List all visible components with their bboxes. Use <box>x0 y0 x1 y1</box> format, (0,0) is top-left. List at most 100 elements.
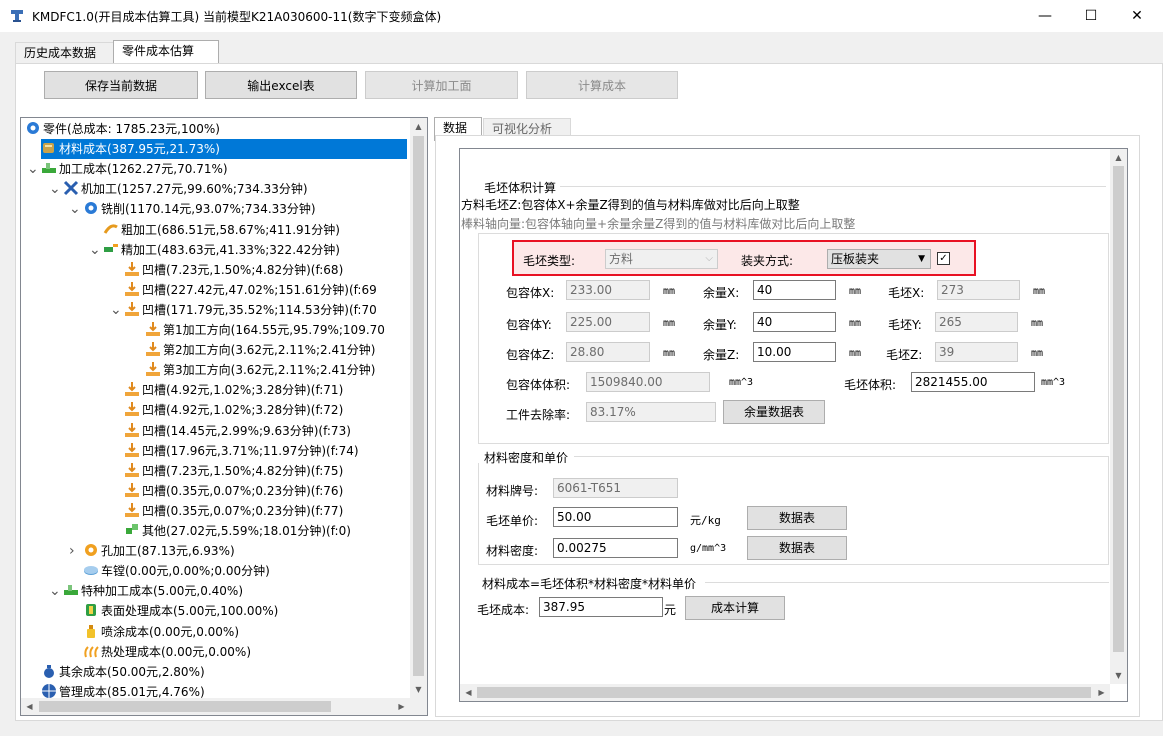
save-data-button[interactable]: 保存当前数据 <box>44 71 198 99</box>
material-density-field[interactable]: 0.00275 <box>553 538 678 558</box>
tree-item[interactable]: 凹槽(0.35元,0.07%;0.23分钟)(f:77) <box>124 501 343 521</box>
panel-vscroll-thumb[interactable] <box>1113 166 1124 652</box>
tree-item[interactable]: 粗加工(686.51元,58.67%;411.91分钟) <box>103 220 340 240</box>
tree-item[interactable]: 凹槽(7.23元,1.50%;4.82分钟)(f:68) <box>124 260 343 280</box>
allowance-table-button[interactable]: 余量数据表 <box>723 400 825 424</box>
price-table-button[interactable]: 数据表 <box>747 506 847 530</box>
scroll-left-icon[interactable]: ◀ <box>21 698 38 715</box>
allowance-y-field[interactable]: 40 <box>753 312 836 332</box>
collapse-toggle-icon[interactable]: ⌄ <box>69 199 81 219</box>
tree-item[interactable]: 凹槽(17.96元,3.71%;11.97分钟)(f:74) <box>124 441 359 461</box>
scroll-down-icon[interactable]: ▼ <box>1110 667 1127 684</box>
tree-item[interactable]: 材料成本(387.95元,21.73%) <box>41 139 407 160</box>
collapse-toggle-icon[interactable]: ⌄ <box>49 581 61 601</box>
export-excel-button[interactable]: 输出excel表 <box>205 71 357 99</box>
tree-hscroll-thumb[interactable] <box>39 701 331 712</box>
tree-item[interactable]: 零件(总成本: 1785.23元,100%) <box>25 119 220 139</box>
groove-icon <box>124 422 140 438</box>
allowance-z-field[interactable]: 10.00 <box>753 342 836 362</box>
envelope-z-unit: mm <box>663 348 676 359</box>
tree-item[interactable]: 车镗(0.00元,0.00%;0.00分钟) <box>83 561 270 581</box>
tree-item[interactable]: 其他(27.02元,5.59%;18.01分钟)(f:0) <box>124 521 351 541</box>
tree-item-label: 热处理成本(0.00元,0.00%) <box>101 644 252 659</box>
panel-hscroll-thumb[interactable] <box>477 687 1091 698</box>
close-button[interactable]: ✕ <box>1114 0 1160 32</box>
tab-history-cost[interactable]: 历史成本数据 <box>15 42 121 63</box>
tree-item[interactable]: 铣削(1170.14元,93.07%;734.33分钟) <box>83 199 316 219</box>
blank-cost-field[interactable]: 387.95 <box>539 597 663 617</box>
groove-icon <box>124 301 140 317</box>
tree-item[interactable]: 凹槽(171.79元,35.52%;114.53分钟)(f:70 <box>124 300 377 320</box>
groove-icon <box>124 261 140 277</box>
tree-item[interactable]: 凹槽(0.35元,0.07%;0.23分钟)(f:76) <box>124 481 343 501</box>
collapse-toggle-icon[interactable]: ⌄ <box>89 240 101 260</box>
tab-part-cost[interactable]: 零件成本估算 <box>113 40 219 64</box>
tree-item[interactable]: 第2加工方向(3.62元,2.11%;2.41分钟) <box>145 340 375 360</box>
cost-calc-button[interactable]: 成本计算 <box>685 596 785 620</box>
clamp-method-select[interactable]: 压板装夹 ▼ <box>827 249 931 269</box>
collapse-toggle-icon[interactable]: ⌄ <box>49 179 61 199</box>
panel-horizontal-scrollbar[interactable]: ◀ ▶ <box>460 684 1110 701</box>
expand-toggle-icon[interactable]: › <box>69 541 79 561</box>
blank-price-label: 毛坯单价: <box>486 514 539 528</box>
allowance-y-unit: mm <box>849 318 862 329</box>
blank-volume-field[interactable]: 2821455.00 <box>911 372 1035 392</box>
tree-item[interactable]: 第3加工方向(3.62元,2.11%;2.41分钟) <box>145 360 375 380</box>
clamp-checkbox[interactable]: ✓ <box>937 252 950 265</box>
calc-face-button[interactable]: 计算加工面 <box>365 71 518 99</box>
blank-y-field[interactable]: 265 <box>935 312 1018 332</box>
blank-type-select[interactable]: 方料 ⌵ <box>605 249 718 269</box>
tree-item-label: 凹槽(4.92元,1.02%;3.28分钟)(f:71) <box>142 383 344 398</box>
maximize-button[interactable]: ☐ <box>1068 0 1114 32</box>
tree-item[interactable]: 喷涂成本(0.00元,0.00%) <box>83 622 239 642</box>
tree-item[interactable]: 第1加工方向(164.55元,95.79%;109.70 <box>145 320 385 340</box>
tree-item[interactable]: 凹槽(4.92元,1.02%;3.28分钟)(f:72) <box>124 400 343 420</box>
tree-item[interactable]: 凹槽(4.92元,1.02%;3.28分钟)(f:71) <box>124 380 343 400</box>
collapse-toggle-icon[interactable]: ⌄ <box>27 159 39 179</box>
allowance-x-field[interactable]: 40 <box>753 280 836 300</box>
tree-vscroll-thumb[interactable] <box>413 136 424 676</box>
scroll-right-icon[interactable]: ▶ <box>1093 684 1110 701</box>
blank-x-field[interactable]: 273 <box>937 280 1020 300</box>
blank-price-field[interactable]: 50.00 <box>553 507 678 527</box>
cost-tree[interactable]: 零件(总成本: 1785.23元,100%) 材料成本(387.95元,21.73… <box>20 117 428 716</box>
scroll-corner <box>410 698 427 715</box>
collapse-toggle-icon[interactable]: ⌄ <box>110 300 122 320</box>
envelope-z-field[interactable]: 28.80 <box>566 342 650 362</box>
density-table-button[interactable]: 数据表 <box>747 536 847 560</box>
tree-item[interactable]: 热处理成本(0.00元,0.00%) <box>83 642 251 662</box>
scroll-up-icon[interactable]: ▲ <box>1110 149 1127 166</box>
removal-rate-field[interactable]: 83.17% <box>586 402 716 422</box>
tree-item[interactable]: 其余成本(50.00元,2.80%) <box>41 662 205 682</box>
tree-item[interactable]: 表面处理成本(5.00元,100.00%) <box>83 601 278 621</box>
tree-item[interactable]: 凹槽(7.23元,1.50%;4.82分钟)(f:75) <box>124 461 343 481</box>
minimize-button[interactable]: — <box>1022 0 1068 32</box>
tree-item[interactable]: 精加工(483.63元,41.33%;322.42分钟) <box>103 240 340 260</box>
envelope-y-field[interactable]: 225.00 <box>566 312 650 332</box>
panel-vertical-scrollbar[interactable]: ▲ ▼ <box>1110 149 1127 684</box>
envelope-x-field[interactable]: 233.00 <box>566 280 650 300</box>
tree-item[interactable]: 孔加工(87.13元,6.93%) <box>83 541 235 561</box>
material-icon <box>41 140 57 156</box>
tree-item[interactable]: 加工成本(1262.27元,70.71%) <box>41 159 228 179</box>
tree-vertical-scrollbar[interactable]: ▲ ▼ <box>410 118 427 698</box>
scroll-up-icon[interactable]: ▲ <box>410 118 427 135</box>
tree-item[interactable]: 机加工(1257.27元,99.60%;734.33分钟) <box>63 179 308 199</box>
blank-price-unit: 元/kg <box>690 514 721 527</box>
scroll-left-icon[interactable]: ◀ <box>460 684 477 701</box>
envelope-volume-field[interactable]: 1509840.00 <box>586 372 710 392</box>
material-grade-field[interactable]: 6061-T651 <box>553 478 678 498</box>
allowance-z-unit: mm <box>849 348 862 359</box>
machining-icon <box>41 160 57 176</box>
tree-item[interactable]: 凹槽(227.42元,47.02%;151.61分钟)(f:69 <box>124 280 377 300</box>
scroll-right-icon[interactable]: ▶ <box>393 698 410 715</box>
group-divider <box>705 582 1109 583</box>
blank-x-unit: mm <box>1033 286 1046 297</box>
dropdown-arrow-icon: ▼ <box>918 254 925 264</box>
blank-z-field[interactable]: 39 <box>935 342 1018 362</box>
tree-item[interactable]: 凹槽(14.45元,2.99%;9.63分钟)(f:73) <box>124 421 351 441</box>
calc-cost-button[interactable]: 计算成本 <box>526 71 678 99</box>
scroll-down-icon[interactable]: ▼ <box>410 681 427 698</box>
tree-horizontal-scrollbar[interactable]: ◀ ▶ <box>21 698 410 715</box>
tree-item[interactable]: 特种加工成本(5.00元,0.40%) <box>63 581 243 601</box>
